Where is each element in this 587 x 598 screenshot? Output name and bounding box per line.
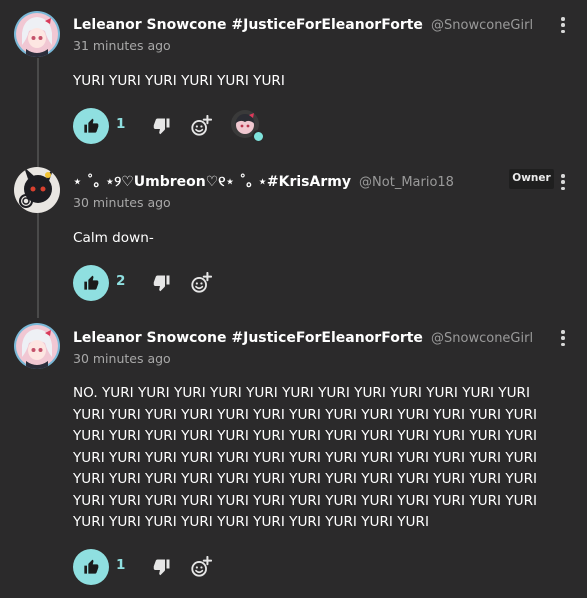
author-name[interactable]: Leleanor Snowcone #JusticeForEleanorFort…	[73, 330, 423, 346]
comment-timestamp[interactable]: 31 minutes ago	[73, 38, 171, 53]
author-name[interactable]: ⋆ ˚｡ ⋆୨♡Umbreon♡୧⋆ ˚｡ ⋆#KrisArmy	[73, 174, 351, 190]
like-button[interactable]	[73, 265, 109, 301]
thumbs-up-icon	[84, 559, 99, 574]
white-haired-girl-avatar[interactable]	[14, 323, 60, 369]
comment-actions: 2	[73, 265, 473, 301]
comment-text-line: YURI YURI YURI YURI YURI YURI YURI YURI …	[73, 428, 538, 444]
comment-text-line: NO. YURI YURI YURI YURI YURI YURI YURI Y…	[73, 385, 530, 401]
add-reaction-button[interactable]	[190, 271, 213, 294]
comment-actions: 1	[73, 108, 473, 144]
thumbs-up-icon	[84, 118, 99, 133]
add-reaction-button[interactable]	[190, 555, 213, 578]
author-handle[interactable]: @SnowconeGirl	[431, 331, 533, 346]
comment-actions: 1	[73, 549, 473, 585]
dislike-button[interactable]	[153, 117, 171, 135]
add-reaction-icon	[191, 555, 213, 577]
white-haired-girl-avatar[interactable]	[14, 11, 60, 57]
status-dot	[252, 130, 265, 143]
comment-text-line: YURI YURI YURI YURI YURI YURI YURI YURI …	[73, 471, 538, 487]
thumbs-down-icon	[153, 559, 170, 576]
comment-text: NO. YURI YURI YURI YURI YURI YURI YURI Y…	[73, 383, 537, 534]
comment-text: YURI YURI YURI YURI YURI YURI	[73, 73, 285, 89]
comment-thread: Leleanor Snowcone #JusticeForEleanorFort…	[0, 0, 587, 598]
umbreon-avatar[interactable]	[14, 167, 60, 213]
owner-badge: Owner	[509, 169, 554, 189]
like-button[interactable]	[73, 108, 109, 144]
comment-text: Calm down-	[73, 230, 154, 246]
comment-text-line: YURI YURI YURI YURI YURI YURI YURI YURI …	[73, 449, 538, 466]
more-vertical-icon[interactable]	[556, 15, 570, 35]
thumbs-up-icon	[84, 275, 99, 290]
reactor-avatar[interactable]	[229, 109, 265, 143]
comment-header: ⋆ ˚｡ ⋆୨♡Umbreon♡୧⋆ ˚｡ ⋆#KrisArmy @Not_Ma…	[73, 171, 503, 191]
dislike-button[interactable]	[153, 274, 171, 292]
comment-text-line: YURI YURI YURI YURI YURI YURI YURI YURI …	[73, 514, 429, 530]
thumbs-down-icon	[153, 118, 170, 135]
comment-timestamp[interactable]: 30 minutes ago	[73, 351, 171, 366]
comment-text-line: YURI YURI YURI YURI YURI YURI YURI YURI …	[73, 492, 538, 509]
like-count: 1	[116, 116, 126, 132]
thumbs-down-icon	[153, 275, 170, 292]
more-vertical-icon[interactable]	[556, 172, 570, 192]
more-vertical-icon[interactable]	[556, 328, 570, 348]
comment-text-line: YURI YURI YURI YURI YURI YURI YURI YURI …	[73, 406, 538, 423]
add-reaction-icon	[191, 114, 213, 136]
dislike-button[interactable]	[153, 558, 171, 576]
like-count: 1	[116, 557, 126, 573]
author-handle[interactable]: @SnowconeGirl	[431, 18, 533, 33]
comment-timestamp[interactable]: 30 minutes ago	[73, 195, 171, 210]
like-button[interactable]	[73, 549, 109, 585]
comment-header: Leleanor Snowcone #JusticeForEleanorFort…	[73, 14, 547, 33]
comment-header: Leleanor Snowcone #JusticeForEleanorFort…	[73, 327, 547, 346]
author-handle[interactable]: @Not_Mario18	[359, 175, 454, 190]
add-reaction-icon	[191, 271, 213, 293]
author-name[interactable]: Leleanor Snowcone #JusticeForEleanorFort…	[73, 17, 423, 33]
add-reaction-button[interactable]	[190, 114, 213, 137]
like-count: 2	[116, 273, 126, 289]
